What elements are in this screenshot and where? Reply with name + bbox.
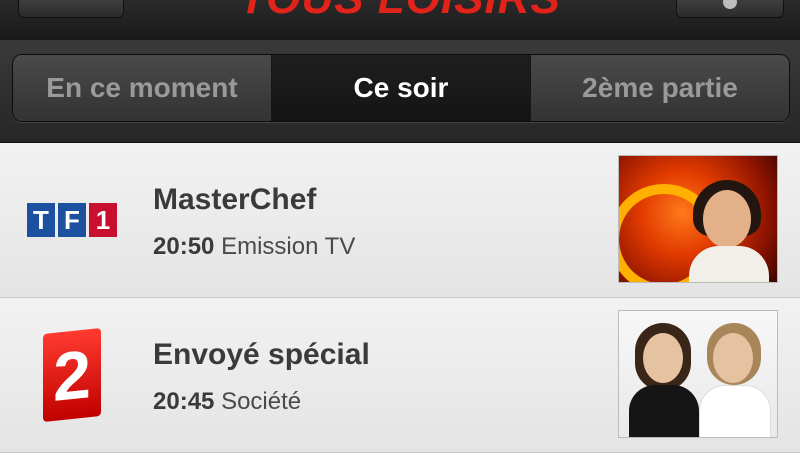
program-title: Envoyé spécial <box>153 338 370 371</box>
program-list: T F 1 MasterChef 20:50 Emission TV 2 Env… <box>0 143 800 453</box>
tab-2eme-partie[interactable]: 2ème partie <box>531 55 789 121</box>
tf1-channel-logo: T F 1 <box>24 143 120 297</box>
envoye-special-thumbnail <box>618 310 778 438</box>
presenter-image <box>699 323 771 437</box>
settings-button[interactable] <box>676 0 784 18</box>
app-logo: TOUS LOISIRS <box>230 0 570 24</box>
program-time: 20:50 <box>153 233 222 260</box>
top-navigation-bar: TOUS LOISIRS <box>0 0 800 41</box>
tab-ce-soir[interactable]: Ce soir <box>272 55 531 121</box>
tf1-logo-letter: 1 <box>89 203 117 237</box>
segmented-control-bar: En ce moment Ce soir 2ème partie <box>0 40 800 143</box>
presenter-image <box>629 323 699 437</box>
masterchef-thumbnail <box>618 155 778 283</box>
france2-logo-icon: 2 <box>43 327 101 423</box>
program-row-envoye-special[interactable]: 2 Envoyé spécial 20:45 Société <box>0 298 800 453</box>
tf1-logo-icon: T F 1 <box>27 203 117 237</box>
tf1-logo-letter: T <box>27 203 55 237</box>
time-segmented-control: En ce moment Ce soir 2ème partie <box>12 54 790 122</box>
program-title: MasterChef <box>153 183 317 216</box>
program-genre: Emission TV <box>221 233 356 260</box>
tf1-logo-letter: F <box>58 203 86 237</box>
program-meta: 20:50 Emission TV <box>153 233 355 261</box>
program-time: 20:45 <box>153 388 222 415</box>
france2-logo-mark: 2 <box>53 336 91 416</box>
settings-icon <box>723 0 737 9</box>
program-genre: Société <box>221 388 302 415</box>
tab-en-ce-moment[interactable]: En ce moment <box>13 55 272 121</box>
presenter-image <box>689 176 769 282</box>
france2-channel-logo: 2 <box>24 298 120 452</box>
back-button[interactable] <box>18 0 124 18</box>
program-row-masterchef[interactable]: T F 1 MasterChef 20:50 Emission TV <box>0 143 800 298</box>
program-meta: 20:45 Société <box>153 388 301 416</box>
